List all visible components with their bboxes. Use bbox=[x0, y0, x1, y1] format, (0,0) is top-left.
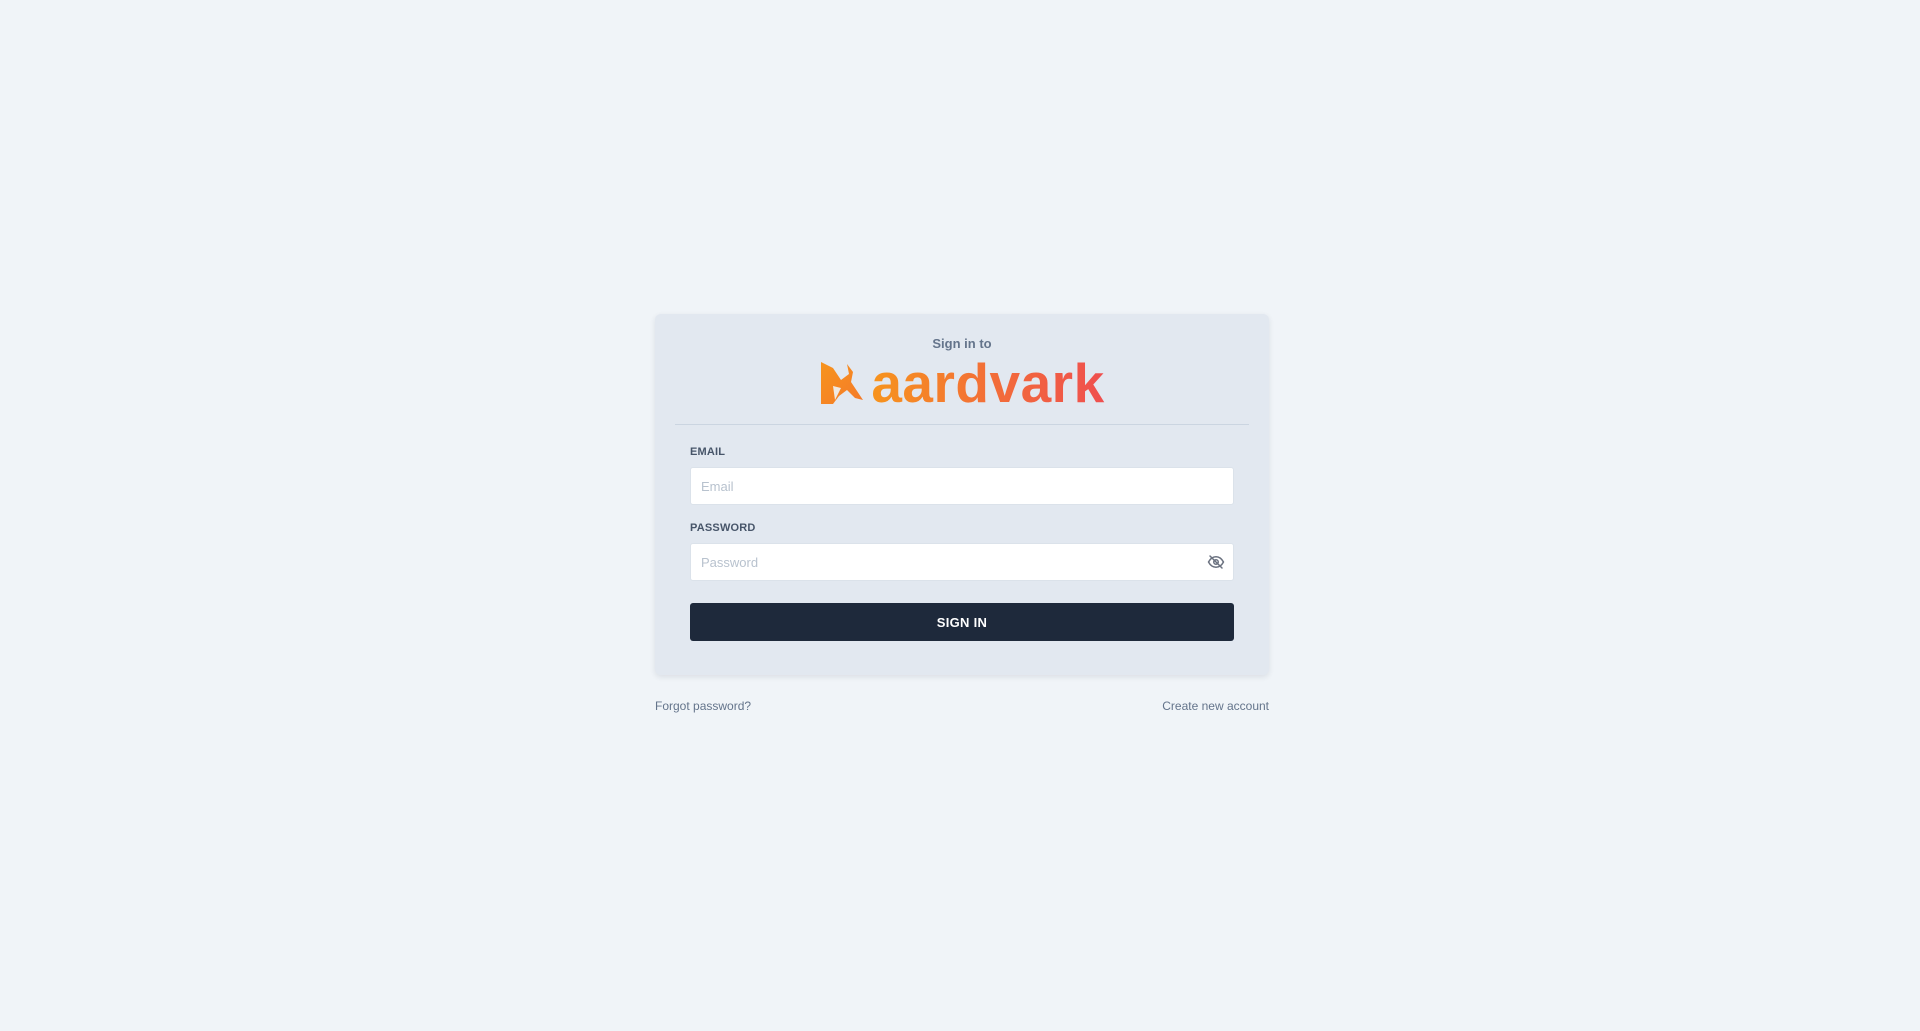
password-input[interactable] bbox=[690, 543, 1234, 581]
signin-button[interactable]: SIGN IN bbox=[690, 603, 1234, 641]
brand-wordmark: aardvark bbox=[871, 352, 1105, 414]
signin-card: Sign in to aardvark EMAIL Email PASSWORD… bbox=[655, 314, 1269, 675]
signin-form: EMAIL PASSWORD SIGN IN bbox=[690, 445, 1234, 641]
create-account-link[interactable]: Create new account bbox=[1162, 699, 1269, 713]
signin-subtitle: Sign in to bbox=[932, 336, 992, 351]
email-label: EMAIL bbox=[690, 446, 726, 458]
eye-slash-icon[interactable] bbox=[1206, 552, 1226, 572]
signin-header: Sign in to aardvark bbox=[655, 314, 1269, 411]
email-field-wrapper bbox=[690, 467, 1234, 505]
header-divider bbox=[675, 424, 1249, 425]
email-input[interactable] bbox=[690, 467, 1234, 505]
brand-logo: aardvark bbox=[819, 352, 1105, 414]
forgot-password-link[interactable]: Forgot password? bbox=[655, 699, 751, 713]
aardvark-logo-icon bbox=[821, 362, 864, 404]
password-field-wrapper bbox=[690, 543, 1234, 581]
footer-links: Forgot password? Create new account bbox=[655, 699, 1269, 713]
signin-container: Sign in to aardvark EMAIL Email PASSWORD… bbox=[655, 314, 1269, 713]
password-label: PASSWORD bbox=[690, 522, 756, 534]
